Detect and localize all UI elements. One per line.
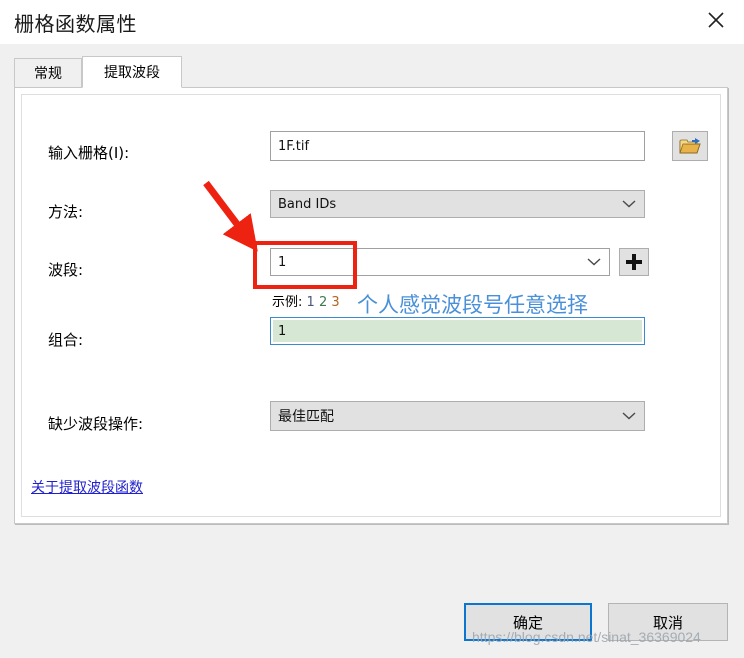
chevron-down-icon (587, 258, 601, 266)
tab-extract-bands[interactable]: 提取波段 (82, 56, 182, 88)
bands-value: 1 (278, 254, 287, 270)
about-extract-bands-link[interactable]: 关于提取波段函数 (31, 477, 143, 497)
missing-band-action-label: 缺少波段操作: (48, 415, 144, 433)
input-raster-label: 输入栅格(I): (48, 144, 130, 162)
page-title: 栅格函数属性 (14, 12, 137, 36)
add-band-button[interactable] (619, 248, 649, 276)
bands-hint-prefix: 示例: (272, 295, 303, 310)
method-label: 方法: (48, 203, 84, 221)
title-bar: 栅格函数属性 (0, 0, 744, 44)
input-raster-input[interactable]: 1F.tif (270, 131, 645, 161)
bands-example-hint: 示例: 1 2 3 (272, 291, 340, 310)
close-button[interactable] (696, 4, 736, 36)
combination-value: 1 (278, 323, 287, 339)
note-annotation-text: 个人感觉波段号任意选择 (357, 293, 588, 317)
browse-raster-button[interactable] (672, 131, 708, 161)
tab-general-label: 常规 (34, 66, 62, 82)
combination-input[interactable]: 1 (270, 317, 645, 345)
bands-hint-digit-1: 1 (306, 295, 315, 310)
close-icon (708, 12, 724, 28)
combination-input-inner: 1 (273, 320, 642, 342)
missing-band-action-value: 最佳匹配 (278, 409, 334, 425)
tab-general[interactable]: 常规 (14, 58, 82, 88)
plus-icon (626, 254, 642, 270)
tab-extract-bands-label: 提取波段 (104, 65, 160, 81)
tab-strip: 常规 提取波段 (14, 56, 730, 88)
chevron-down-icon (622, 412, 636, 420)
chevron-down-icon (622, 200, 636, 208)
combination-label: 组合: (48, 331, 84, 349)
method-select[interactable]: Band IDs (270, 190, 645, 218)
cancel-button[interactable]: 取消 (608, 603, 728, 641)
bands-label: 波段: (48, 261, 84, 279)
ok-button-label: 确定 (512, 613, 543, 632)
bands-select[interactable]: 1 (270, 248, 610, 276)
bands-hint-digit-2: 2 (318, 295, 328, 310)
input-raster-value: 1F.tif (278, 138, 310, 154)
bands-hint-digit-3: 3 (331, 295, 340, 310)
cancel-button-label: 取消 (652, 613, 683, 632)
method-value: Band IDs (278, 196, 337, 212)
dialog-body: 常规 提取波段 输入栅格(I): 1F.tif 方法: Band IDs 波段:… (0, 44, 744, 658)
open-folder-icon (679, 137, 701, 153)
missing-band-action-select[interactable]: 最佳匹配 (270, 401, 645, 431)
ok-button[interactable]: 确定 (464, 603, 592, 641)
